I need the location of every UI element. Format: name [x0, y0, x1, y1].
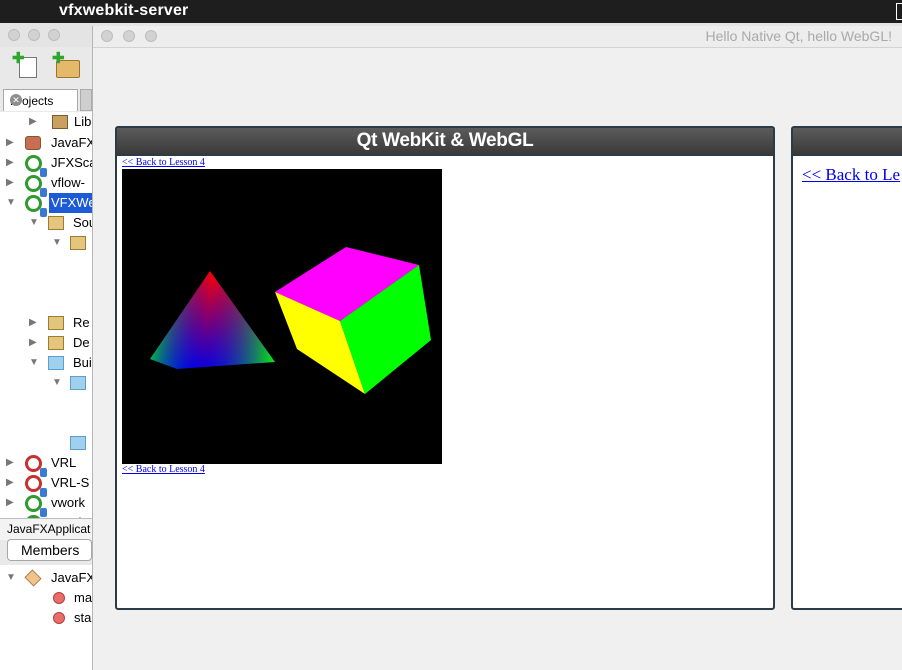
expand-arrow-icon[interactable]: ▶	[29, 333, 38, 353]
status-icon[interactable]	[896, 3, 902, 20]
app-menu[interactable]: vfxwebkit-server	[59, 2, 189, 20]
folder-icon	[70, 376, 86, 390]
expand-arrow-icon[interactable]: ▶	[6, 173, 15, 193]
project-icon	[25, 155, 47, 177]
minimize-window-button[interactable]	[28, 29, 40, 41]
source-folder-icon	[48, 216, 64, 230]
back-to-lesson-link[interactable]: << Back to Lesson 4	[122, 157, 205, 168]
tree-item-label: JFXSca	[51, 155, 92, 170]
panel-header	[793, 128, 902, 156]
back-to-lesson-link[interactable]: << Back to Lesson 4	[122, 464, 205, 475]
tree-item-label: vflow-	[51, 175, 85, 190]
method-icon	[53, 612, 65, 624]
collapse-arrow-icon[interactable]: ▼	[52, 373, 62, 393]
panel-header: Qt WebKit & WebGL	[117, 128, 773, 156]
collapse-arrow-icon[interactable]: ▼	[29, 213, 39, 233]
minimize-window-button[interactable]	[123, 30, 135, 42]
member-item-label: JavaFX	[51, 570, 96, 585]
close-icon[interactable]: ✕	[10, 94, 22, 106]
expand-arrow-icon[interactable]: ▶	[29, 112, 38, 132]
project-icon	[25, 495, 47, 517]
tab-files[interactable]	[80, 89, 92, 111]
webgl-scene	[150, 247, 431, 394]
member-item-label: sta	[74, 610, 92, 625]
member-item-label: ma	[74, 590, 93, 605]
tree-item-label: Re	[73, 315, 90, 330]
pyramid-face-overlay	[150, 271, 275, 369]
expand-arrow-icon[interactable]: ▶	[6, 453, 15, 473]
collapse-arrow-icon[interactable]: ▼	[6, 568, 16, 588]
tree-item-label: Sou	[73, 215, 92, 230]
members-button[interactable]: Members	[7, 539, 92, 561]
back-to-lesson-link[interactable]: << Back to Le	[802, 165, 900, 185]
class-icon	[24, 569, 42, 587]
tree-item-label: VRL	[51, 455, 77, 470]
project-icon	[25, 195, 47, 217]
expand-arrow-icon[interactable]: ▶	[6, 493, 15, 513]
method-icon	[53, 592, 65, 604]
webgl-panel: Qt WebKit & WebGL << Back to Lesson 4 <<…	[115, 126, 775, 610]
tree-item-label: Lib	[74, 114, 92, 129]
new-file-button[interactable]: ✚	[12, 51, 40, 79]
members-tree: ▼ JavaFX ma sta	[0, 565, 96, 670]
zoom-window-button[interactable]	[145, 30, 157, 42]
webgl-canvas[interactable]	[122, 169, 442, 464]
browser-window: Hello Native Qt, hello WebGL! Qt WebKit …	[92, 26, 902, 670]
tab-navigator-label: JavaFXApplicat	[7, 522, 91, 536]
expand-arrow-icon[interactable]: ▶	[29, 313, 38, 333]
expand-arrow-icon[interactable]: ▶	[6, 473, 15, 493]
collapse-arrow-icon[interactable]: ▼	[29, 353, 39, 373]
zoom-window-button[interactable]	[48, 29, 60, 41]
second-panel: << Back to Le	[791, 126, 902, 610]
project-icon	[25, 175, 47, 197]
resources-folder-icon	[48, 316, 64, 330]
collapse-arrow-icon[interactable]: ▼	[6, 193, 16, 213]
close-window-button[interactable]	[8, 29, 20, 41]
new-project-button[interactable]: ✚	[52, 51, 80, 79]
plus-icon: ✚	[52, 50, 65, 67]
expand-arrow-icon[interactable]: ▶	[6, 133, 15, 153]
expand-arrow-icon[interactable]: ▶	[6, 153, 15, 173]
tab-navigator[interactable]: JavaFXApplicat	[0, 518, 92, 540]
tree-item-label: JavaFX	[51, 135, 92, 150]
tree-item-label: VFXWe	[49, 193, 92, 213]
tree-item-label: vwork	[51, 495, 85, 510]
folder-icon	[70, 436, 86, 450]
window-title: Hello Native Qt, hello WebGL!	[705, 28, 893, 44]
tree-item-label: VRL-S	[51, 475, 90, 490]
package-icon	[70, 236, 86, 250]
dependencies-folder-icon	[48, 336, 64, 350]
javafx-project-icon	[25, 136, 41, 150]
folder-icon	[48, 356, 64, 370]
browser-titlebar: Hello Native Qt, hello WebGL!	[93, 26, 902, 48]
members-button-label: Members	[21, 542, 80, 558]
tab-projects[interactable]: Projects ✕	[3, 89, 78, 111]
project-tree: ▶ Lib ▶ JavaFX ▶ JFXSca ▶ vflow- ▼ VFXWe…	[0, 112, 92, 518]
panel-title: Qt WebKit & WebGL	[356, 130, 534, 151]
menu-bar: vfxwebkit-server	[0, 0, 902, 23]
plus-icon: ✚	[12, 50, 25, 67]
project-error-icon	[25, 455, 47, 477]
collapse-arrow-icon[interactable]: ▼	[52, 233, 62, 253]
tree-item-label: Bui	[73, 355, 92, 370]
close-window-button[interactable]	[101, 30, 113, 42]
project-error-icon	[25, 475, 47, 497]
tree-item-label: De	[73, 335, 90, 350]
library-icon	[52, 115, 68, 129]
